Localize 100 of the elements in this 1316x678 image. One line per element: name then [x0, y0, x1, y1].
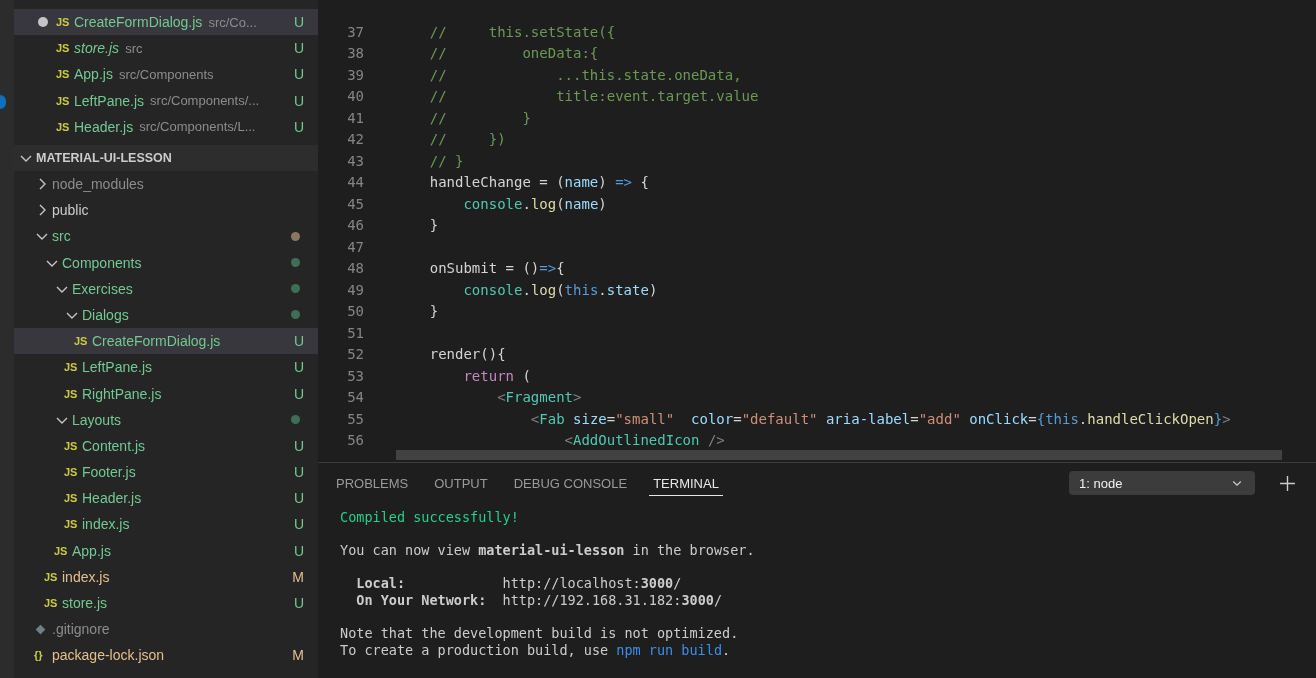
- code-line: onSubmit = ()=>{: [428, 260, 565, 277]
- folder-item[interactable]: Components: [14, 249, 318, 276]
- file-item[interactable]: JS LeftPane.js U: [14, 354, 318, 381]
- file-item[interactable]: .gitignore: [14, 616, 318, 643]
- file-item[interactable]: JS Header.js U: [14, 485, 318, 512]
- line-number: 51: [346, 324, 364, 341]
- code-line: }: [428, 217, 439, 234]
- file-type-icon: JS: [74, 335, 92, 348]
- file-path: src/Components: [118, 66, 214, 82]
- file-type-icon: JS: [44, 597, 62, 610]
- file-item[interactable]: JS RightPane.js U: [14, 380, 318, 407]
- open-editor-item[interactable]: JS Header.js src/Components/L... U: [14, 113, 318, 140]
- git-status: U: [293, 464, 304, 481]
- file-type-icon: JS: [64, 492, 82, 505]
- git-status: U: [293, 490, 304, 507]
- terminal-line: To create a production build, use npm run build.: [340, 642, 732, 659]
- line-number: 55: [346, 410, 364, 427]
- file-type-icon: JS: [64, 361, 82, 374]
- open-editor-item[interactable]: JS store.js src U: [14, 35, 318, 62]
- file-name: App.js: [72, 542, 111, 559]
- code-line: <AddOutlinedIcon />: [563, 432, 725, 449]
- line-number: 43: [346, 152, 364, 169]
- line-number: 37: [346, 23, 364, 40]
- diamond-icon: [34, 622, 47, 636]
- folder-item[interactable]: node_modules: [14, 170, 318, 198]
- file-name: store.js: [74, 40, 120, 57]
- command-link[interactable]: npm run build: [616, 642, 722, 658]
- line-number: 39: [346, 66, 364, 83]
- line-number: 54: [346, 389, 364, 406]
- git-status: U: [293, 92, 304, 109]
- line-number: 52: [346, 346, 364, 363]
- code-line: return (: [462, 367, 531, 384]
- file-name: index.js: [62, 568, 110, 585]
- file-name: CreateFormDialog.js: [74, 14, 203, 31]
- panel-tab[interactable]: DEBUG CONSOLE: [509, 470, 632, 496]
- git-status: M: [292, 568, 304, 585]
- file-name: .gitignore: [52, 621, 110, 638]
- folder-name: Components: [62, 254, 142, 271]
- file-item[interactable]: JS Footer.js U: [14, 459, 318, 486]
- git-status: U: [293, 333, 304, 350]
- folder-item[interactable]: Layouts: [14, 406, 318, 433]
- file-item[interactable]: JS App.js U: [14, 537, 318, 564]
- line-number: 41: [346, 109, 364, 126]
- file-item[interactable]: JS Content.js U: [14, 432, 318, 459]
- code-line: // ...this.state.oneData,: [428, 66, 742, 83]
- folder-item[interactable]: src: [14, 223, 318, 250]
- file-path: src: [125, 40, 143, 56]
- code-line: // oneData:{: [428, 45, 599, 62]
- file-item[interactable]: JS CreateFormDialog.js U: [14, 328, 318, 355]
- line-number: 42: [346, 131, 364, 148]
- code-line: handleChange = (name) => {: [428, 174, 649, 191]
- file-item[interactable]: JS index.js M: [14, 563, 318, 590]
- git-status: U: [293, 118, 304, 135]
- code-line: console.log(name): [462, 195, 607, 212]
- terminal-line: Local: http://localhost:3000/: [355, 575, 683, 592]
- folder-item[interactable]: Dialogs: [14, 301, 318, 329]
- git-status: U: [293, 516, 304, 533]
- unsaved-dot: [38, 17, 48, 28]
- folder-item[interactable]: public: [14, 197, 318, 224]
- file-item[interactable]: JS store.js U: [14, 589, 318, 617]
- explorer-section-header[interactable]: MATERIAL-UI-LESSON: [14, 144, 318, 171]
- line-number: 53: [346, 367, 364, 384]
- code-line: // }: [428, 109, 531, 126]
- file-name: RightPane.js: [82, 385, 162, 402]
- project-title: MATERIAL-UI-LESSON: [36, 150, 172, 165]
- panel-tab[interactable]: OUTPUT: [430, 470, 492, 496]
- file-name: App.js: [74, 66, 113, 83]
- file-type-icon: {}: [34, 649, 52, 662]
- file-name: CreateFormDialog.js: [92, 333, 221, 350]
- file-type-icon: JS: [56, 94, 74, 107]
- file-name: package-lock.json: [52, 647, 165, 664]
- folder-name: Exercises: [72, 280, 133, 297]
- add-icon[interactable]: [1279, 474, 1296, 492]
- file-item[interactable]: {} package-lock.json M: [14, 642, 318, 669]
- line-number: 46: [346, 217, 364, 234]
- file-type-icon: JS: [54, 544, 72, 557]
- file-name: store.js: [62, 595, 108, 612]
- open-editor-item[interactable]: JS LeftPane.js src/Components/... U: [14, 87, 318, 114]
- file-type-icon: JS: [56, 16, 74, 29]
- file-item[interactable]: JS index.js U: [14, 511, 318, 538]
- folder-item[interactable]: Exercises: [14, 275, 318, 302]
- panel-tab[interactable]: TERMINAL: [649, 470, 723, 496]
- horizontal-scrollbar[interactable]: [396, 450, 1282, 460]
- open-editor-item[interactable]: JS App.js src/Components U: [14, 61, 318, 88]
- code-line: // }: [428, 152, 464, 169]
- terminal-line: You can now view material-ui-lesson in the browser.: [340, 542, 756, 559]
- line-number: 48: [346, 260, 364, 277]
- code-line: <Fragment>: [496, 389, 582, 406]
- file-type-icon: JS: [64, 518, 82, 531]
- code-line: // }): [428, 131, 506, 148]
- file-path: src/Components/L...: [139, 119, 256, 135]
- git-status: U: [293, 359, 304, 376]
- terminal-line: On Your Network: http://192.168.31.182:3000/: [355, 592, 724, 609]
- line-number: 45: [346, 195, 364, 212]
- terminal-dropdown[interactable]: 1: node: [1069, 471, 1255, 495]
- file-name: LeftPane.js: [74, 92, 145, 109]
- code-line: <Fab size="small" color="default" aria-label="add" onClick={this.handleClickOpen}>: [529, 410, 1231, 427]
- code-line: console.log(this.state): [462, 281, 658, 298]
- panel-tab[interactable]: PROBLEMS: [332, 470, 413, 496]
- open-editor-item[interactable]: JS CreateFormDialog.js src/Co... U: [14, 9, 318, 36]
